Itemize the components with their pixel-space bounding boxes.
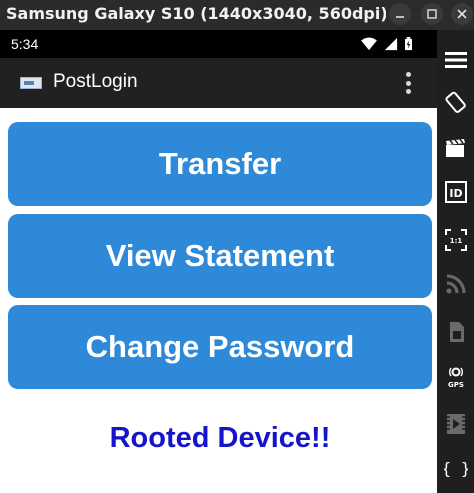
code-braces-icon: { } xyxy=(444,459,468,478)
signal-icon xyxy=(384,37,398,51)
overflow-menu-button[interactable] xyxy=(398,70,418,96)
toolbar-rotate-button[interactable] xyxy=(442,88,470,116)
view-statement-button[interactable]: View Statement xyxy=(8,214,432,298)
rooted-device-message: Rooted Device!! xyxy=(109,422,331,454)
overflow-dot-icon xyxy=(405,80,411,86)
battery-icon xyxy=(405,37,412,51)
menu-icon xyxy=(445,52,467,68)
maximize-button[interactable] xyxy=(421,3,443,25)
minimize-button[interactable] xyxy=(389,3,411,25)
status-time: 5:34 xyxy=(11,36,39,52)
wifi-icon xyxy=(361,37,377,51)
rss-icon xyxy=(446,274,466,294)
video-icon xyxy=(447,414,465,434)
toolbar-scale-button[interactable]: 1:1 xyxy=(442,226,470,254)
main-content: Transfer View Statement Change Password … xyxy=(0,108,437,493)
svg-text:GPS: GPS xyxy=(448,381,464,389)
emulator-toolbar: ID 1:1 GPS { } xyxy=(437,30,474,493)
toolbar-screenshot-button[interactable] xyxy=(442,134,470,162)
svg-text:{ }: { } xyxy=(444,459,468,478)
app-logo-icon xyxy=(20,77,42,89)
toolbar-menu-button[interactable] xyxy=(442,46,470,74)
transfer-button[interactable]: Transfer xyxy=(8,122,432,206)
svg-text:ID: ID xyxy=(449,187,462,200)
gps-icon: GPS xyxy=(448,367,464,389)
sim-icon xyxy=(450,322,464,342)
id-icon: ID xyxy=(445,181,467,203)
change-password-button[interactable]: Change Password xyxy=(8,305,432,389)
toolbar-code-button[interactable]: { } xyxy=(442,454,470,482)
window-titlebar: Samsung Galaxy S10 (1440x3040, 560dpi) -… xyxy=(0,0,474,30)
app-bar: PostLogin xyxy=(0,58,437,108)
toolbar-sim-button[interactable] xyxy=(442,318,470,346)
close-button[interactable] xyxy=(451,3,473,25)
maximize-icon xyxy=(427,9,437,19)
toolbar-gps-button[interactable]: GPS xyxy=(442,364,470,392)
close-icon xyxy=(457,9,467,19)
status-bar: 5:34 xyxy=(0,30,437,58)
status-icons xyxy=(360,36,413,52)
overflow-dot-icon xyxy=(405,72,411,77)
scale-icon: 1:1 xyxy=(445,229,467,251)
phone-screen: 5:34 PostLogin Transfer View Statement C… xyxy=(0,30,437,493)
toolbar-record-button[interactable] xyxy=(442,410,470,438)
svg-text:1:1: 1:1 xyxy=(450,237,463,245)
rotate-icon xyxy=(445,91,466,113)
app-title: PostLogin xyxy=(53,71,138,92)
toolbar-feed-button[interactable] xyxy=(442,270,470,298)
camera-icon xyxy=(446,139,465,157)
toolbar-id-button[interactable]: ID xyxy=(442,178,470,206)
window-title: Samsung Galaxy S10 (1440x3040, 560dpi) -… xyxy=(6,4,386,23)
overflow-dot-icon xyxy=(405,89,411,94)
minimize-icon xyxy=(396,16,404,18)
